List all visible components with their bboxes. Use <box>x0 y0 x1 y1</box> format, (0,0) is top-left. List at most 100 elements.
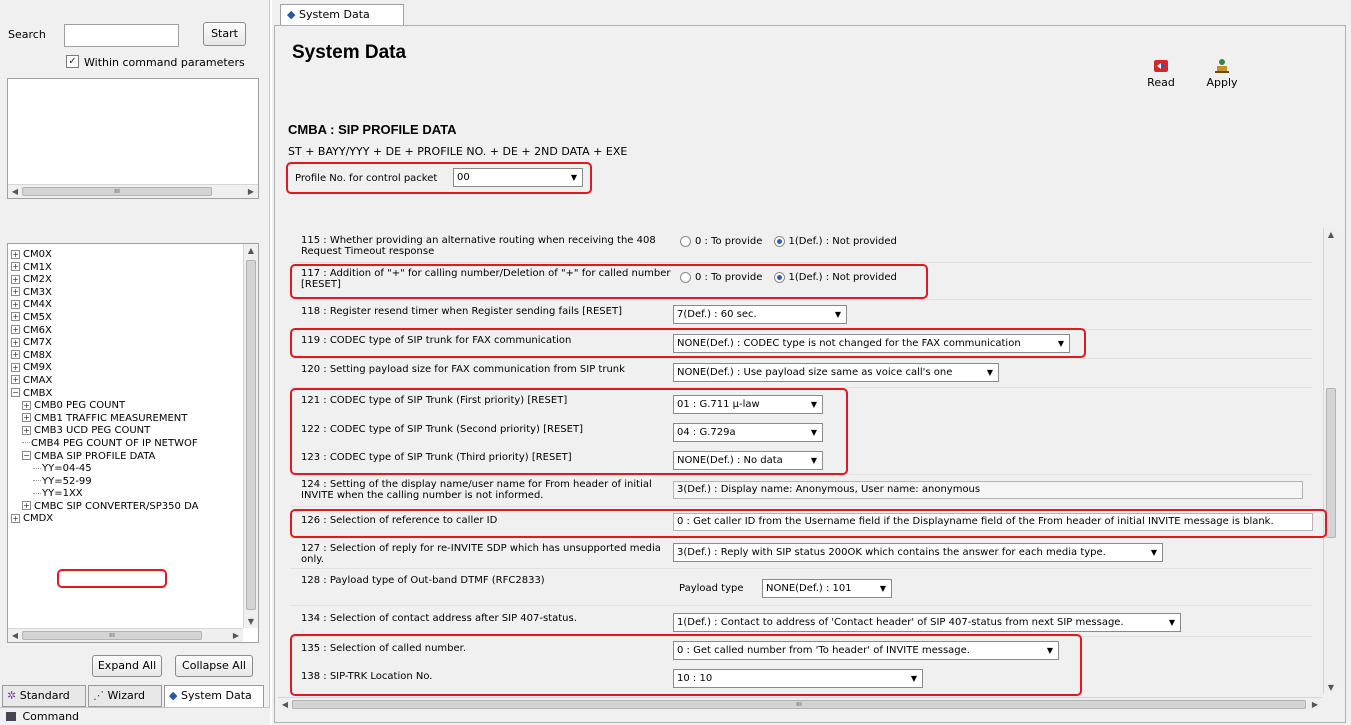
tree-item[interactable]: + CMBC SIP CONVERTER/SP350 DA <box>11 501 243 514</box>
scroll-left-icon[interactable]: ◀ <box>278 698 292 711</box>
tree-vscrollbar[interactable]: ▲ ▼ <box>243 244 258 628</box>
tree-item-label: CMAX <box>23 374 53 386</box>
chevron-down-icon: ▼ <box>808 424 820 441</box>
scroll-up-icon[interactable]: ▲ <box>244 244 258 257</box>
tree-item[interactable]: + CM7X <box>11 337 243 350</box>
expand-icon[interactable]: + <box>11 249 20 259</box>
tree-item[interactable]: + CMB3 UCD PEG COUNT <box>11 425 243 438</box>
row-124-value[interactable]: 3(Def.) : Display name: Anonymous, User … <box>673 481 1303 499</box>
tree-item-label: CM8X <box>23 349 52 361</box>
expand-icon[interactable]: + <box>11 262 20 272</box>
row-128-select[interactable]: NONE(Def.) : 101 ▼ <box>762 579 892 598</box>
row-123-select[interactable]: NONE(Def.) : No data ▼ <box>673 451 823 470</box>
row-118-select[interactable]: 7(Def.) : 60 sec. ▼ <box>673 305 847 324</box>
scroll-down-icon[interactable]: ▼ <box>1324 681 1338 694</box>
row-135-select[interactable]: 0 : Get called number from 'To header' o… <box>673 641 1059 660</box>
expand-icon[interactable]: + <box>11 312 20 322</box>
scroll-right-icon[interactable]: ▶ <box>229 629 243 642</box>
expand-icon[interactable]: + <box>11 287 20 297</box>
chevron-down-icon: ▼ <box>908 670 920 687</box>
tree-item-label: YY=04-45 <box>42 463 92 475</box>
settings-vscrollbar[interactable]: ▲ ▼ <box>1323 228 1338 694</box>
row-121-label: 121 : CODEC type of SIP Trunk (First pri… <box>301 395 568 406</box>
row-115-radio-1[interactable] <box>773 236 785 247</box>
tree-item[interactable]: + CM9X <box>11 362 243 375</box>
tree-item[interactable]: + CMB1 TRAFFIC MEASUREMENT <box>11 413 243 426</box>
profile-select[interactable]: 00 ▼ <box>453 168 583 187</box>
row-115-radio-0[interactable] <box>680 236 691 247</box>
expand-icon[interactable]: + <box>11 325 20 335</box>
tree-item[interactable]: + CM8X <box>11 350 243 363</box>
expand-icon[interactable]: + <box>11 350 20 360</box>
row-127-select[interactable]: 3(Def.) : Reply with SIP status 200OK wh… <box>673 543 1163 562</box>
collapse-icon[interactable]: − <box>22 451 31 460</box>
tree-item[interactable]: + CM1X <box>11 262 243 275</box>
row-134-select[interactable]: 1(Def.) : Contact to address of 'Contact… <box>673 613 1181 632</box>
row-115-label: 115 : Whether providing an alternative r… <box>301 235 656 257</box>
tree-item[interactable]: + CM2X <box>11 274 243 287</box>
collapse-all-button[interactable]: Collapse All <box>175 655 253 677</box>
row-126-value[interactable]: 0 : Get caller ID from the Username fiel… <box>673 513 1313 531</box>
start-button[interactable]: Start <box>203 22 246 46</box>
scroll-down-icon[interactable]: ▼ <box>244 615 258 628</box>
expand-icon[interactable]: + <box>22 400 31 410</box>
scroll-up-icon[interactable]: ▲ <box>1324 228 1338 241</box>
row-120-select[interactable]: NONE(Def.) : Use payload size same as vo… <box>673 363 999 382</box>
expand-icon[interactable]: + <box>11 274 20 284</box>
tree-connector <box>33 492 41 494</box>
chevron-down-icon: ▼ <box>568 169 580 186</box>
expand-icon[interactable]: + <box>11 362 20 372</box>
apply-button[interactable]: Apply <box>1202 58 1242 89</box>
scroll-right-icon[interactable]: ▶ <box>244 185 258 198</box>
tree-item[interactable]: YY=1XX <box>11 488 243 501</box>
tree-item-label: CMBX <box>23 387 53 399</box>
expand-icon[interactable]: + <box>11 375 20 385</box>
results-hscrollbar[interactable]: ◀ ııı ▶ <box>8 184 258 198</box>
tree-item[interactable]: − CMBA SIP PROFILE DATA <box>11 451 243 464</box>
tab-system-data-top[interactable]: ◆ System Data <box>280 4 404 26</box>
tree-item[interactable]: CMB4 PEG COUNT OF IP NETWOF <box>11 438 243 451</box>
collapse-icon[interactable]: − <box>11 388 20 398</box>
row-117-radio-0[interactable] <box>680 272 691 283</box>
read-button[interactable]: Read <box>1141 58 1181 89</box>
tree-hscrollbar[interactable]: ◀ ııı ▶ <box>8 628 243 642</box>
within-checkbox-label: Within command parameters <box>84 56 245 69</box>
scroll-left-icon[interactable]: ◀ <box>8 185 22 198</box>
tab-system-data[interactable]: ◆ System Data <box>164 685 264 707</box>
search-results-list[interactable]: ◀ ııı ▶ <box>7 78 259 199</box>
tree-item[interactable]: + CMAX <box>11 375 243 388</box>
settings-hscrollbar[interactable]: ◀ ııı ▶ <box>278 697 1322 711</box>
scroll-left-icon[interactable]: ◀ <box>8 629 22 642</box>
within-checkbox[interactable]: ✓ <box>66 55 79 68</box>
expand-icon[interactable]: + <box>11 337 20 347</box>
expand-icon[interactable]: + <box>22 413 31 423</box>
tree-item[interactable]: + CM3X <box>11 287 243 300</box>
row-121-select[interactable]: 01 : G.711 μ-law ▼ <box>673 395 823 414</box>
tree-item[interactable]: + CM4X <box>11 299 243 312</box>
expand-icon[interactable]: + <box>11 299 20 309</box>
command-bar[interactable]: Command <box>0 707 270 725</box>
tree-item[interactable]: + CMDX <box>11 513 243 526</box>
command-tree[interactable]: + CM0X + CM1X + CM2X + CM3X + CM4X + CM5X + CM6X + CM7X… <box>7 243 259 643</box>
scroll-right-icon[interactable]: ▶ <box>1308 698 1322 711</box>
chevron-down-icon: ▼ <box>832 306 844 323</box>
tree-item[interactable]: + CM6X <box>11 325 243 338</box>
expand-icon[interactable]: + <box>22 425 31 435</box>
tab-standard[interactable]: ✲ Standard <box>2 685 86 707</box>
row-117-radio-1[interactable] <box>773 272 785 283</box>
expand-icon[interactable]: + <box>11 513 20 523</box>
tree-item[interactable]: + CMB0 PEG COUNT <box>11 400 243 413</box>
tree-item[interactable]: − CMBX <box>11 388 243 401</box>
expand-all-button[interactable]: Expand All <box>92 655 162 677</box>
row-119-select[interactable]: NONE(Def.) : CODEC type is not changed f… <box>673 334 1070 353</box>
tree-item[interactable]: + CM5X <box>11 312 243 325</box>
tree-item[interactable]: YY=04-45 <box>11 463 243 476</box>
search-input[interactable] <box>64 24 179 47</box>
tree-item[interactable]: + CM0X <box>11 249 243 262</box>
tab-wizard[interactable]: ⋰ Wizard <box>88 685 162 707</box>
tree-item[interactable]: YY=52-99 <box>11 476 243 489</box>
row-138-select[interactable]: 10 : 10 ▼ <box>673 669 923 688</box>
expand-icon[interactable]: + <box>22 501 31 511</box>
row-122-select[interactable]: 04 : G.729a ▼ <box>673 423 823 442</box>
database-icon: ◆ <box>169 689 178 702</box>
